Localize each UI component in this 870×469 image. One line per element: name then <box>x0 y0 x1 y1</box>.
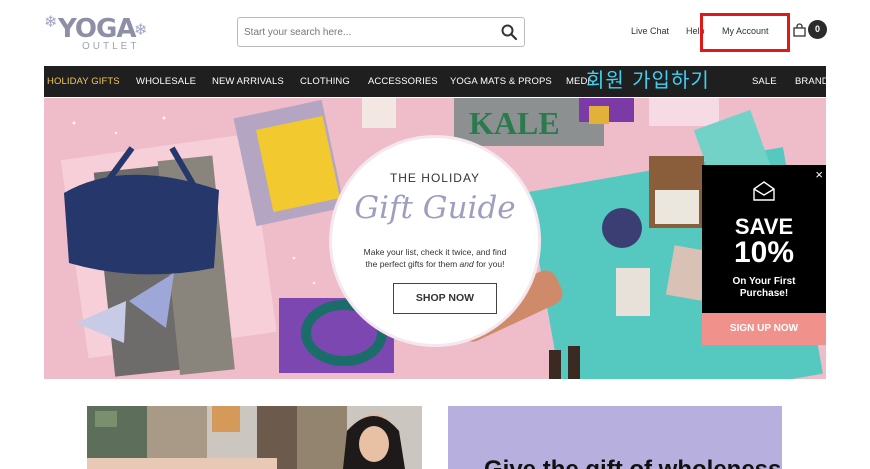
live-chat-link[interactable]: Live Chat <box>631 26 669 36</box>
yoga-outlet-logo[interactable]: ❄ ❄ YOGA OUTLET <box>44 12 154 54</box>
kale-text: KALE <box>469 105 560 141</box>
logo-subtitle: OUTLET <box>82 41 140 52</box>
close-icon[interactable]: × <box>815 167 823 182</box>
gift-guide-circle: THE HOLIDAY Gift Guide Make your list, c… <box>332 138 538 344</box>
nav-item-yoga-mats-props[interactable]: YOGA MATS & PROPS <box>450 76 552 87</box>
popup-offer-text: On Your First Purchase! <box>732 276 796 299</box>
nav-item-wholesale[interactable]: WHOLESALE <box>136 76 196 87</box>
discount-popup: × SAVE 10% On Your First Purchase! SIGN U… <box>702 165 826 345</box>
sign-up-now-button[interactable]: SIGN UP NOW <box>702 313 826 345</box>
snowflake-icon: ❄ <box>44 14 58 31</box>
promo-tile-right[interactable]: Give the gift of wholeness <box>448 406 782 469</box>
gift-guide-title: THE HOLIDAY <box>389 171 481 185</box>
logo-wordmark: YOGA <box>58 14 136 44</box>
nav-item-clothing[interactable]: CLOTHING <box>300 76 350 87</box>
nav-item-holiday-gifts[interactable]: HOLIDAY GIFTS <box>47 76 120 87</box>
search-input[interactable] <box>244 22 494 42</box>
nav-item-accessories[interactable]: ACCESSORIES <box>368 76 438 87</box>
gift-guide-description: Make your list, check it twice, and find… <box>363 247 507 269</box>
shop-now-button[interactable]: SHOP NOW <box>393 283 497 314</box>
signup-overlay-text: 회원 가입하기 <box>586 68 710 92</box>
promo-left-photo <box>87 406 422 469</box>
search-box <box>237 17 525 47</box>
cart-count-badge[interactable]: 0 <box>808 20 827 39</box>
search-icon[interactable] <box>500 23 518 41</box>
nav-item-brands[interactable]: BRAND <box>795 76 826 87</box>
promo-right-heading: Give the gift of wholeness <box>484 456 781 469</box>
gift-guide-script-title: Gift Guide <box>354 190 516 226</box>
popup-percent: 10% <box>733 236 795 269</box>
shopping-bag-icon[interactable] <box>793 23 806 37</box>
highlight-box <box>700 13 790 52</box>
nav-item-new-arrivals[interactable]: NEW ARRIVALS <box>212 76 284 87</box>
nav-item-sale[interactable]: SALE <box>752 76 777 87</box>
promo-tile-left[interactable] <box>87 406 422 469</box>
snowflake-icon: ❄ <box>134 22 148 39</box>
envelope-icon <box>753 181 775 201</box>
